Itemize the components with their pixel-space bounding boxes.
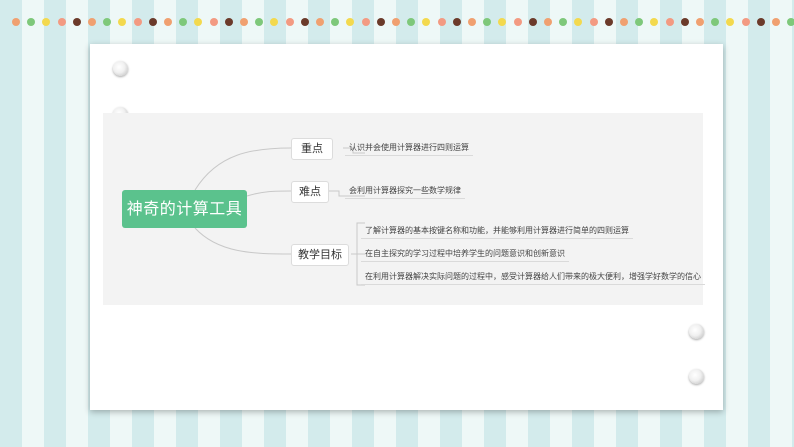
decorative-dot bbox=[711, 18, 719, 26]
decorative-dot bbox=[742, 18, 750, 26]
decorative-dot-border bbox=[0, 18, 794, 28]
decorative-dot bbox=[422, 18, 430, 26]
decorative-dot bbox=[696, 18, 704, 26]
binder-hole-icon bbox=[689, 324, 704, 339]
decorative-dot bbox=[58, 18, 66, 26]
decorative-dot bbox=[210, 18, 218, 26]
connector-line bbox=[246, 190, 292, 197]
decorative-dot bbox=[559, 18, 567, 26]
decorative-dot bbox=[787, 18, 794, 26]
decorative-dot bbox=[149, 18, 157, 26]
binder-hole-icon bbox=[689, 369, 704, 384]
decorative-dot bbox=[12, 18, 20, 26]
decorative-dot bbox=[483, 18, 491, 26]
decorative-dot bbox=[620, 18, 628, 26]
decorative-dot bbox=[286, 18, 294, 26]
decorative-dot bbox=[42, 18, 50, 26]
decorative-dot bbox=[529, 18, 537, 26]
decorative-dot bbox=[498, 18, 506, 26]
decorative-dot bbox=[392, 18, 400, 26]
decorative-dot bbox=[650, 18, 658, 26]
decorative-dot bbox=[362, 18, 370, 26]
decorative-dot bbox=[666, 18, 674, 26]
decorative-dot bbox=[590, 18, 598, 26]
decorative-dot bbox=[468, 18, 476, 26]
decorative-dot bbox=[574, 18, 582, 26]
decorative-dot bbox=[438, 18, 446, 26]
decorative-dot bbox=[179, 18, 187, 26]
leaf-node: 了解计算器的基本按键名称和功能，并能够利用计算器进行简单的四则运算 bbox=[361, 225, 633, 239]
decorative-dot bbox=[453, 18, 461, 26]
root-node: 神奇的计算工具 bbox=[122, 190, 247, 228]
decorative-dot bbox=[255, 18, 263, 26]
decorative-dot bbox=[88, 18, 96, 26]
decorative-dot bbox=[407, 18, 415, 26]
binder-hole-icon bbox=[113, 61, 128, 76]
decorative-dot bbox=[757, 18, 765, 26]
decorative-dot bbox=[544, 18, 552, 26]
decorative-dot bbox=[73, 18, 81, 26]
decorative-dot bbox=[346, 18, 354, 26]
branch-node-teaching-goals: 教学目标 bbox=[291, 244, 349, 266]
leaf-node: 会利用计算器探究一些数学规律 bbox=[345, 185, 465, 199]
decorative-dot bbox=[772, 18, 780, 26]
decorative-dot bbox=[134, 18, 142, 26]
decorative-dot bbox=[27, 18, 35, 26]
mind-map: 神奇的计算工具 重点 难点 教学目标 认识并会使用计算器进行四则运算 会利用计算… bbox=[103, 113, 705, 305]
decorative-dot bbox=[726, 18, 734, 26]
decorative-dot bbox=[301, 18, 309, 26]
decorative-dot bbox=[331, 18, 339, 26]
decorative-dot bbox=[605, 18, 613, 26]
leaf-node: 在利用计算器解决实际问题的过程中，感受计算器给人们带来的极大便利，增强学好数学的… bbox=[361, 271, 705, 285]
connector-line bbox=[194, 227, 292, 255]
leaf-node: 认识并会使用计算器进行四则运算 bbox=[345, 142, 473, 156]
connector-line bbox=[194, 147, 292, 191]
decorative-dot bbox=[225, 18, 233, 26]
decorative-dot bbox=[514, 18, 522, 26]
decorative-dot bbox=[164, 18, 172, 26]
branch-node-difficulties: 难点 bbox=[291, 181, 329, 203]
decorative-dot bbox=[635, 18, 643, 26]
decorative-dot bbox=[118, 18, 126, 26]
decorative-dot bbox=[377, 18, 385, 26]
decorative-dot bbox=[103, 18, 111, 26]
decorative-dot bbox=[194, 18, 202, 26]
leaf-node: 在自主探究的学习过程中培养学生的问题意识和创新意识 bbox=[361, 248, 569, 262]
branch-node-key-points: 重点 bbox=[291, 138, 333, 160]
decorative-dot bbox=[681, 18, 689, 26]
decorative-dot bbox=[316, 18, 324, 26]
decorative-dot bbox=[240, 18, 248, 26]
decorative-dot bbox=[270, 18, 278, 26]
